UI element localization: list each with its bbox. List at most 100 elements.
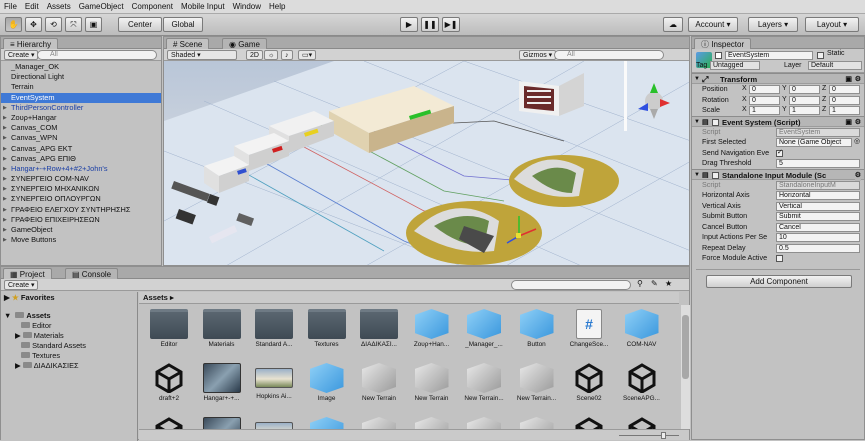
tab-console[interactable]: ▤ Console <box>65 268 119 279</box>
filter-label-icon[interactable]: ✎ <box>651 279 658 288</box>
folder-tree-item[interactable]: Standard Assets <box>1 341 137 351</box>
standalone-row-field[interactable]: Vertical <box>776 201 860 211</box>
hierarchy-item[interactable]: Move Buttons <box>1 235 161 245</box>
play-button[interactable]: ▶ <box>400 17 418 32</box>
object-picker-icon[interactable]: ◎ <box>854 137 860 148</box>
layer-dropdown[interactable]: Default <box>808 61 862 70</box>
layers-dropdown[interactable]: Layers ▾ <box>748 17 798 32</box>
asset-item[interactable]: Hangar+-+... <box>197 363 247 402</box>
z-field[interactable]: 0 <box>829 95 860 105</box>
hierarchy-item[interactable]: Directional Light <box>1 72 161 82</box>
step-button[interactable]: ▶❚ <box>442 17 460 32</box>
standalone-input-header[interactable]: ▼ ▤ Standalone Input Module (Sc ⚙ <box>692 168 864 181</box>
asset-scrollbar[interactable] <box>681 305 690 429</box>
menu-item[interactable]: Window <box>229 2 265 11</box>
global-local-button[interactable]: Global <box>163 17 203 32</box>
tab-inspector[interactable]: ⓘ Inspector <box>694 38 752 49</box>
cloud-icon[interactable]: ☁ <box>663 17 683 32</box>
event-system-enabled-checkbox[interactable] <box>712 118 719 126</box>
asset-item[interactable]: New Terrain <box>407 363 457 402</box>
hierarchy-item[interactable]: Hangar+-+Row+4+#2+John's <box>1 164 161 174</box>
tab-scene[interactable]: # Scene <box>166 38 210 49</box>
zoom-slider-track[interactable] <box>619 435 679 436</box>
tab-hierarchy[interactable]: ≡ Hierarchy <box>3 38 59 49</box>
audio-icon[interactable]: ♪ <box>281 50 293 60</box>
lighting-icon[interactable]: ☼ <box>264 50 279 60</box>
folder-tree-item[interactable]: ▼ Assets <box>1 311 137 321</box>
x-field[interactable]: 0 <box>749 95 780 105</box>
hierarchy-item[interactable]: EventSystem <box>1 92 161 103</box>
asset-item[interactable] <box>512 417 562 429</box>
hand-tool-icon[interactable]: ✋ <box>5 17 22 32</box>
folder-tree-item[interactable]: Editor <box>1 321 137 331</box>
hierarchy-search-input[interactable]: All <box>37 50 157 60</box>
breadcrumb[interactable]: Assets ▸ <box>139 292 679 304</box>
tab-project[interactable]: ▦ Project <box>3 268 52 279</box>
asset-item[interactable]: Hopkins Ai... <box>249 363 299 400</box>
standalone-row-field[interactable]: 0.5 <box>776 243 860 253</box>
asset-item[interactable] <box>302 417 352 429</box>
asset-item[interactable]: _Manager_... <box>459 309 509 348</box>
menu-item[interactable]: File <box>0 2 21 11</box>
asset-item[interactable]: Button <box>512 309 562 348</box>
event-system-header[interactable]: ▼ ▤ Event System (Script) ▣ ⚙ <box>692 115 864 127</box>
menu-item[interactable]: GameObject <box>75 2 128 11</box>
asset-item[interactable] <box>459 417 509 429</box>
layout-dropdown[interactable]: Layout ▾ <box>805 17 859 32</box>
scene-viewport[interactable] <box>164 61 690 266</box>
send-navigation-checkbox[interactable]: ✓ <box>776 149 783 157</box>
standalone-row-field[interactable]: Horizontal <box>776 191 860 200</box>
pause-button[interactable]: ❚❚ <box>421 17 439 32</box>
shading-mode-dropdown[interactable]: Shaded ▾ <box>167 50 237 60</box>
2d-toggle[interactable]: 2D <box>246 50 263 60</box>
asset-item[interactable]: Materials <box>197 309 247 348</box>
hierarchy-item[interactable]: ΓΡΑΦΕΙΟ ΕΛΕΓΧΟΥ ΣΥΝΤΗΡΗΣΗΣ <box>1 205 161 215</box>
static-checkbox[interactable] <box>817 52 824 59</box>
asset-item[interactable]: New Terrain... <box>512 363 562 402</box>
standalone-row-field[interactable]: Cancel <box>776 222 860 232</box>
z-field[interactable]: 1 <box>829 106 860 115</box>
x-field[interactable]: 0 <box>749 85 780 94</box>
asset-item[interactable]: New Terrain... <box>459 363 509 402</box>
hierarchy-item[interactable]: ThirdPersonController <box>1 103 161 113</box>
folder-tree-item[interactable]: ▶ Materials <box>1 331 137 341</box>
project-search-input[interactable] <box>511 280 631 290</box>
z-field[interactable]: 0 <box>829 85 860 94</box>
asset-item[interactable] <box>354 417 404 429</box>
rect-tool-icon[interactable]: ▣ <box>85 17 102 32</box>
asset-item[interactable]: draft+2 <box>144 363 194 402</box>
object-name-field[interactable]: EventSystem <box>725 51 813 60</box>
hierarchy-item[interactable]: Canvas_WPN <box>1 133 161 143</box>
scrollbar-thumb[interactable] <box>682 315 689 379</box>
force-module-checkbox[interactable] <box>776 255 783 262</box>
hierarchy-item[interactable]: ΣΥΝΕΡΓΕΙΟ COM-NAV <box>1 174 161 184</box>
folder-tree-item[interactable]: ▶ ΔΙΑΔΙΚΑΣΙΕΣ <box>1 361 137 371</box>
y-field[interactable]: 0 <box>789 95 820 105</box>
asset-item[interactable]: COM-NAV <box>617 309 667 348</box>
transform-header[interactable]: ▼ ⤢ Transform ▣ ⚙ <box>692 73 864 84</box>
y-field[interactable]: 0 <box>789 85 820 94</box>
scale-tool-icon[interactable]: ⤧ <box>65 17 82 32</box>
asset-item[interactable]: Editor <box>144 309 194 348</box>
move-tool-icon[interactable]: ✥ <box>25 17 42 32</box>
filter-type-icon[interactable]: ⚲ <box>637 279 643 288</box>
hierarchy-item[interactable]: _Manager_OK <box>1 62 161 72</box>
hierarchy-item[interactable]: Ζουρ+Hangar <box>1 113 161 123</box>
asset-item[interactable] <box>564 417 614 429</box>
standalone-enabled-checkbox[interactable] <box>712 171 719 179</box>
tab-game[interactable]: ◉ Game <box>222 38 267 49</box>
menu-item[interactable]: Assets <box>43 2 75 11</box>
menu-item[interactable]: Component <box>128 2 177 11</box>
menu-item[interactable]: Mobile Input <box>177 2 229 11</box>
account-dropdown[interactable]: Account ▾ <box>688 17 738 32</box>
gizmos-dropdown[interactable]: Gizmos ▾ <box>519 50 557 60</box>
hierarchy-item[interactable]: ΣΥΝΕΡΓΕΙΟ ΟΠΛΟΥΡΓΩΝ <box>1 194 161 204</box>
asset-item[interactable] <box>197 417 247 429</box>
asset-item[interactable]: Standard A... <box>249 309 299 348</box>
asset-item[interactable] <box>249 417 299 429</box>
asset-item[interactable]: Scene02 <box>564 363 614 402</box>
asset-item[interactable]: Image <box>302 363 352 402</box>
favorites-row[interactable]: ▶ ★ Favorites <box>1 292 137 303</box>
scene-search-input[interactable]: All <box>554 50 664 60</box>
asset-item[interactable] <box>617 417 667 429</box>
